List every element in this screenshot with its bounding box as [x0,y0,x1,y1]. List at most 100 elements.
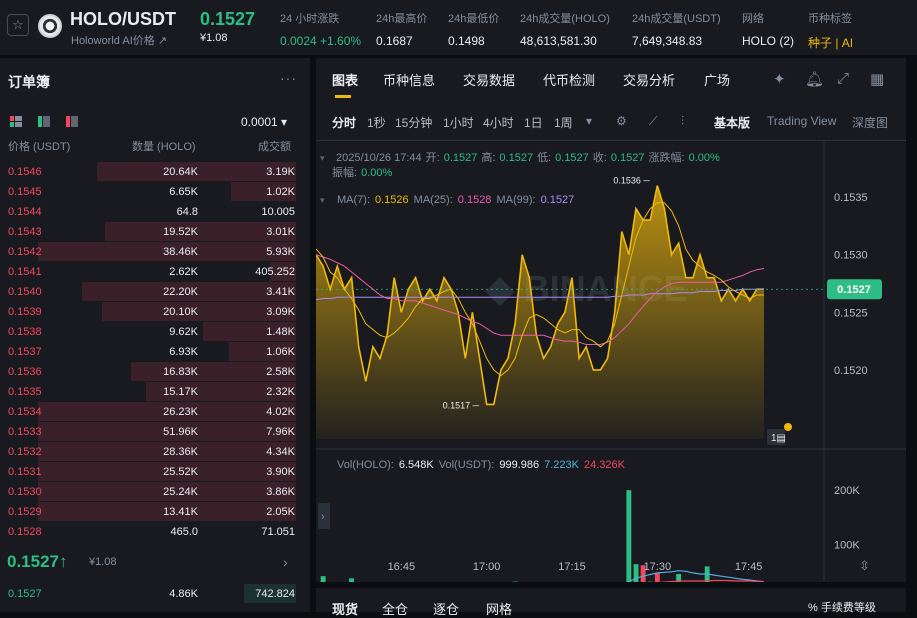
ohlc-open: 0.1527 [444,152,478,164]
chart-view-1[interactable]: Trading View [767,114,836,128]
bottom-tab-0[interactable]: 现货 [332,599,358,618]
bottom-tab-3[interactable]: 网格 [486,599,512,618]
timeframe-4[interactable]: 4小时 [483,114,514,131]
stat-3: 24h成交量(HOLO)48,613,581.30 [520,10,610,48]
timeframe-5[interactable]: 1日 [524,114,543,131]
favorite-star-icon[interactable]: ☆ [7,14,29,36]
orderbook-row[interactable]: 0.153515.17K2.32K [0,382,310,402]
row-price: 0.1538 [8,326,42,338]
tab-4[interactable]: 交易分析 [623,70,675,89]
orderbook-row[interactable]: 0.154319.52K3.01K [0,222,310,242]
row-qty: 16.83K [163,366,198,378]
timeframe-more-chevron-icon[interactable]: ▾ [586,114,592,128]
chevron-right-icon: › [321,511,325,523]
ohlc-close: 0.1527 [611,152,645,164]
pair-subtitle-link[interactable]: Holoworld AI价格 ↗ [71,32,167,48]
orderbook-row[interactable]: 0.152913.41K2.05K [0,502,310,522]
timeframe-3[interactable]: 1小时 [443,114,474,131]
row-price: 0.1530 [8,486,42,498]
ohlc-date: 2025/10/26 17:44 [336,152,422,164]
row-total: 3.90K [266,466,295,478]
timeframe-1[interactable]: 1秒 [367,114,386,131]
row-price: 0.1533 [8,426,42,438]
price-chart[interactable]: ◆ BINANCE0.15350.15300.15250.15200.15270… [316,141,906,582]
orderbook-row[interactable]: 0.153025.24K3.86K [0,482,310,502]
stat-4: 24h成交量(USDT)7,649,348.83 [632,10,721,48]
indicator-settings-icon[interactable]: ⚙ [616,114,627,128]
stat-1: 24h最高价0.1687 [376,10,427,48]
row-qty: 4.86K [169,588,198,600]
y-tick-label: 0.1530 [834,250,868,262]
timeframe-6[interactable]: 1周 [554,114,573,131]
row-price: 0.1534 [8,406,42,418]
fit-height-icon[interactable]: ⇳ [859,558,870,573]
row-qty: 20.10K [163,306,198,318]
row-total: 2.32K [266,386,295,398]
stat-label: 24h成交量(HOLO) [520,10,610,26]
tab-0[interactable]: 图表 [332,70,358,89]
pair-title[interactable]: HOLO/USDT [70,9,176,30]
orderbook-row[interactable]: 0.153920.10K3.09K [0,302,310,322]
line-tool-icon[interactable]: ⟋ [649,114,657,129]
stat-2: 24h最低价0.1498 [448,10,499,48]
orderbook-row[interactable]: 0.154238.46K5.93K [0,242,310,262]
orderbook-row[interactable]: 0.1534 26.23K 4.02K [0,402,310,422]
orderbook-row[interactable]: 0.153351.96K7.96K [0,422,310,442]
stat-label: 24 小时涨跌 [280,10,361,26]
orderbook-row[interactable]: 0.153125.52K3.90K [0,462,310,482]
orderbook-row[interactable]: 0.153228.36K4.34K [0,442,310,462]
timeframe-0[interactable]: 分时 [332,114,356,131]
bottom-tab-2[interactable]: 逐仓 [433,599,459,618]
timeframe-2[interactable]: 15分钟 [395,114,432,131]
orderbook-last-price-cny: ¥1.08 [89,556,117,568]
bottom-tab-1[interactable]: 全仓 [382,599,408,618]
row-total: 4.02K [266,406,295,418]
orderbook-bids-view-icon[interactable] [38,116,50,127]
grid-layout-icon[interactable]: ▦ [870,70,884,88]
orderbook-row[interactable]: 0.15456.65K1.02K [0,182,310,202]
stat-value[interactable]: 种子 | AI [808,34,853,51]
tick-size-select[interactable]: 0.0001 ▾ [241,115,287,129]
stat-value[interactable]: HOLO (2) [742,34,794,48]
fee-level-link[interactable]: % 手续费等级 [808,599,876,615]
orderbook-row[interactable]: 0.15412.62K405.252 [0,262,310,282]
chevron-right-icon[interactable]: › [283,554,288,570]
orderbook-row[interactable]: 0.153616.83K2.58K [0,362,310,382]
row-price: 0.1531 [8,466,42,478]
chart-view-0[interactable]: 基本版 [714,114,750,131]
vol-v3: 7.223K [544,459,580,471]
y-tick-label: 0.1520 [834,365,868,377]
vol-l2: Vol(USDT): [439,459,495,471]
orderbook-both-view-icon[interactable] [10,116,22,127]
collapse-arrow-icon[interactable]: ▾ [320,195,325,205]
orderbook-row[interactable]: 0.154464.810.005 [0,202,310,222]
row-qty: 26.23K [163,406,198,418]
collapse-arrow-icon[interactable]: ▾ [320,153,325,163]
bell-icon[interactable]: 🔔︎ [805,70,824,88]
tab-3[interactable]: 代币检测 [543,70,595,89]
orderbook-row[interactable]: 0.154022.20K3.41K [0,282,310,302]
chart-view-2[interactable]: 深度图 [852,114,888,131]
tab-1[interactable]: 币种信息 [383,70,435,89]
orderbook-row[interactable]: 0.1528465.071.051 [0,522,310,542]
orderbook-row[interactable]: 0.15274.86K742.824 [0,584,310,604]
x-tick-label: 17:30 [644,561,672,573]
last-price-cny: ¥1.08 [200,32,228,44]
row-price: 0.1527 [8,588,42,600]
page-scrollbar[interactable] [906,58,917,582]
volume-ma-line-2 [316,581,764,583]
orderbook-row[interactable]: 0.154620.64K3.19K [0,162,310,182]
orderbook-row[interactable]: 0.15389.62K1.48K [0,322,310,342]
orderbook-row[interactable]: 0.15376.93K1.06K [0,342,310,362]
ai-sparkle-icon[interactable]: ✦ [773,70,786,88]
row-total: 4.34K [266,446,295,458]
tab-5[interactable]: 广场 [704,70,730,89]
active-tab-underline [335,95,351,98]
expand-icon[interactable]: ⤢ [837,70,849,87]
col-price-header: 价格 (USDT) [8,138,70,154]
more-options-icon[interactable]: ··· [280,70,297,86]
notification-dot [784,423,792,431]
orderbook-asks-view-icon[interactable] [66,116,78,127]
chart-type-icon[interactable]: ⫶ [681,114,684,129]
tab-2[interactable]: 交易数据 [463,70,515,89]
